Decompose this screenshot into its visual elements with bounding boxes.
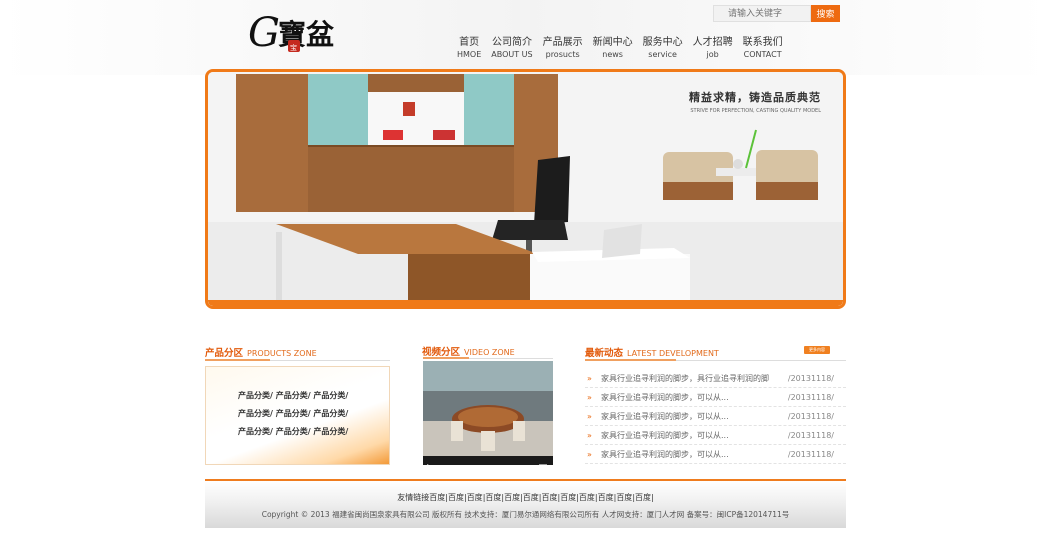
news-title[interactable]: 家具行业追寻利润的脚步，具行业追寻利润的脚	[601, 369, 769, 388]
news-date: /20131118/	[787, 450, 834, 459]
product-category-row[interactable]: 产品分类/ 产品分类/ 产品分类/	[238, 408, 348, 419]
nav-item-news[interactable]: 新闻中心 news	[588, 37, 638, 61]
news-list-item[interactable]: » 家具行业追寻利润的脚步，可以从... /20131118/	[585, 407, 846, 426]
nav-item-service[interactable]: 服务中心 service	[638, 37, 688, 61]
nav-item-products[interactable]: 产品展示 prosucts	[538, 37, 588, 61]
search-button[interactable]: 搜索	[811, 5, 840, 22]
section-title-en: LATEST DEVELOPMENT	[627, 349, 719, 358]
news-list-item[interactable]: » 家具行业追寻利润的脚步，可以从... /20131118/	[585, 445, 846, 464]
friend-link[interactable]: 百度	[598, 493, 614, 502]
section-title-cn: 最新动态	[585, 348, 624, 359]
friend-link[interactable]: 百度	[485, 493, 501, 502]
products-zone-title: 产品分区 PRODUCTS ZONE	[205, 345, 317, 359]
tagline-text: 精益求精，铸造品质典范	[689, 91, 821, 104]
tagline-subtext: STRIVE FOR PERFECTION, CASTING QUALITY M…	[690, 108, 821, 114]
nav-label-cn: 新闻中心	[592, 37, 633, 48]
footer: 友情链接百度|百度|百度|百度|百度|百度|百度|百度|百度|百度|百度|百度|…	[205, 481, 846, 528]
news-title[interactable]: 家具行业追寻利润的脚步，可以从...	[601, 445, 729, 464]
friend-link[interactable]: 百度	[429, 493, 445, 502]
arrow-icon: »	[587, 412, 592, 421]
news-title[interactable]: 家具行业追寻利润的脚步，可以从...	[601, 388, 729, 407]
copyright-text: Copyright © 2013 福建省闽尚国泉家具有限公司 版权所有 技术支持…	[261, 510, 790, 519]
video-thumbnail	[423, 361, 553, 456]
news-list-item[interactable]: » 家具行业追寻利润的脚步，具行业追寻利润的脚 /20131118/	[585, 369, 846, 388]
section-title-en: VIDEO ZONE	[464, 348, 515, 357]
news-title[interactable]: 家具行业追寻利润的脚步，可以从...	[601, 407, 729, 426]
news-date: /20131118/	[787, 412, 834, 421]
nav-label-cn: 首页	[459, 37, 480, 48]
nav-label-cn: 服务中心	[642, 37, 683, 48]
news-list-item[interactable]: » 家具行业追寻利润的脚步，可以从... /20131118/	[585, 388, 846, 407]
fullscreen-icon	[539, 464, 547, 465]
nav-label-cn: 公司简介	[491, 37, 532, 48]
brand-logo[interactable]: G 寶盆 宝	[246, 6, 358, 56]
banner-tagline: 精益求精，铸造品质典范 STRIVE FOR PERFECTION, CASTI…	[689, 89, 821, 114]
video-player[interactable]	[423, 361, 553, 465]
video-zone-title: 视频分区 VIDEO ZONE	[422, 344, 515, 358]
news-date: /20131118/	[787, 393, 834, 402]
friend-link[interactable]: 百度	[504, 493, 520, 502]
main-nav: 首页 HMOE 公司简介 ABOUT US 产品展示 prosucts 新闻中心…	[452, 37, 788, 61]
nav-label-en: HMOE	[457, 50, 482, 59]
friend-link[interactable]: 百度	[616, 493, 632, 502]
friend-link[interactable]: 百度	[523, 493, 539, 502]
friend-link[interactable]: 百度	[448, 493, 464, 502]
nav-label-en: job	[706, 50, 719, 59]
news-date: /20131118/	[787, 431, 834, 440]
nav-label-en: news	[602, 50, 623, 59]
nav-item-about[interactable]: 公司简介 ABOUT US	[486, 37, 537, 61]
svg-text:宝: 宝	[290, 43, 297, 52]
news-list-item[interactable]: » 家具行业追寻利润的脚步，可以从... /20131118/	[585, 426, 846, 445]
nav-item-contact[interactable]: 联系我们 CONTACT	[738, 37, 788, 61]
nav-label-en: service	[648, 50, 677, 59]
friend-link[interactable]: 百度	[467, 493, 483, 502]
play-icon	[427, 464, 429, 465]
nav-label-en: prosucts	[545, 50, 580, 59]
news-zone-title: 最新动态 LATEST DEVELOPMENT	[585, 345, 719, 359]
arrow-icon: »	[587, 431, 592, 440]
arrow-icon: »	[587, 374, 592, 383]
nav-label-cn: 产品展示	[542, 37, 583, 48]
arrow-icon: »	[587, 393, 592, 402]
more-news-button[interactable]: 更多内容	[804, 346, 830, 354]
product-category-row[interactable]: 产品分类/ 产品分类/ 产品分类/	[238, 426, 348, 437]
nav-label-cn: 联系我们	[742, 37, 783, 48]
svg-text:G: G	[248, 10, 280, 56]
friend-links: 友情链接百度|百度|百度|百度|百度|百度|百度|百度|百度|百度|百度|百度|	[397, 493, 654, 502]
friend-link[interactable]: 百度	[579, 493, 595, 502]
friend-links-label: 友情链接	[397, 493, 430, 502]
news-date: /20131118/	[787, 374, 834, 383]
nav-item-job[interactable]: 人才招聘 job	[688, 37, 738, 61]
nav-item-home[interactable]: 首页 HMOE	[452, 37, 486, 61]
search-input[interactable]	[713, 5, 811, 22]
nav-label-cn: 人才招聘	[692, 37, 733, 48]
friend-link[interactable]: 百度	[560, 493, 576, 502]
section-divider	[585, 359, 846, 361]
section-title-cn: 产品分区	[205, 348, 244, 359]
news-title[interactable]: 家具行业追寻利润的脚步，可以从...	[601, 426, 729, 445]
news-list: » 家具行业追寻利润的脚步，具行业追寻利润的脚 /20131118/ » 家具行…	[585, 369, 846, 464]
nav-label-en: ABOUT US	[491, 50, 533, 59]
nav-label-en: CONTACT	[743, 50, 782, 59]
section-divider	[423, 357, 553, 359]
section-divider	[205, 359, 390, 361]
svg-text:寶盆: 寶盆	[278, 18, 335, 51]
video-control-bar[interactable]	[423, 456, 553, 465]
friend-link[interactable]: 百度	[635, 493, 651, 502]
products-zone-panel: 产品分类/ 产品分类/ 产品分类/ 产品分类/ 产品分类/ 产品分类/ 产品分类…	[205, 366, 390, 465]
friend-link[interactable]: 百度	[542, 493, 558, 502]
search-bar: 搜索	[713, 5, 841, 23]
hero-banner[interactable]: 精益求精，铸造品质典范 STRIVE FOR PERFECTION, CASTI…	[205, 69, 846, 309]
section-title-en: PRODUCTS ZONE	[247, 349, 317, 358]
product-category-row[interactable]: 产品分类/ 产品分类/ 产品分类/	[238, 390, 348, 401]
arrow-icon: »	[587, 450, 592, 459]
